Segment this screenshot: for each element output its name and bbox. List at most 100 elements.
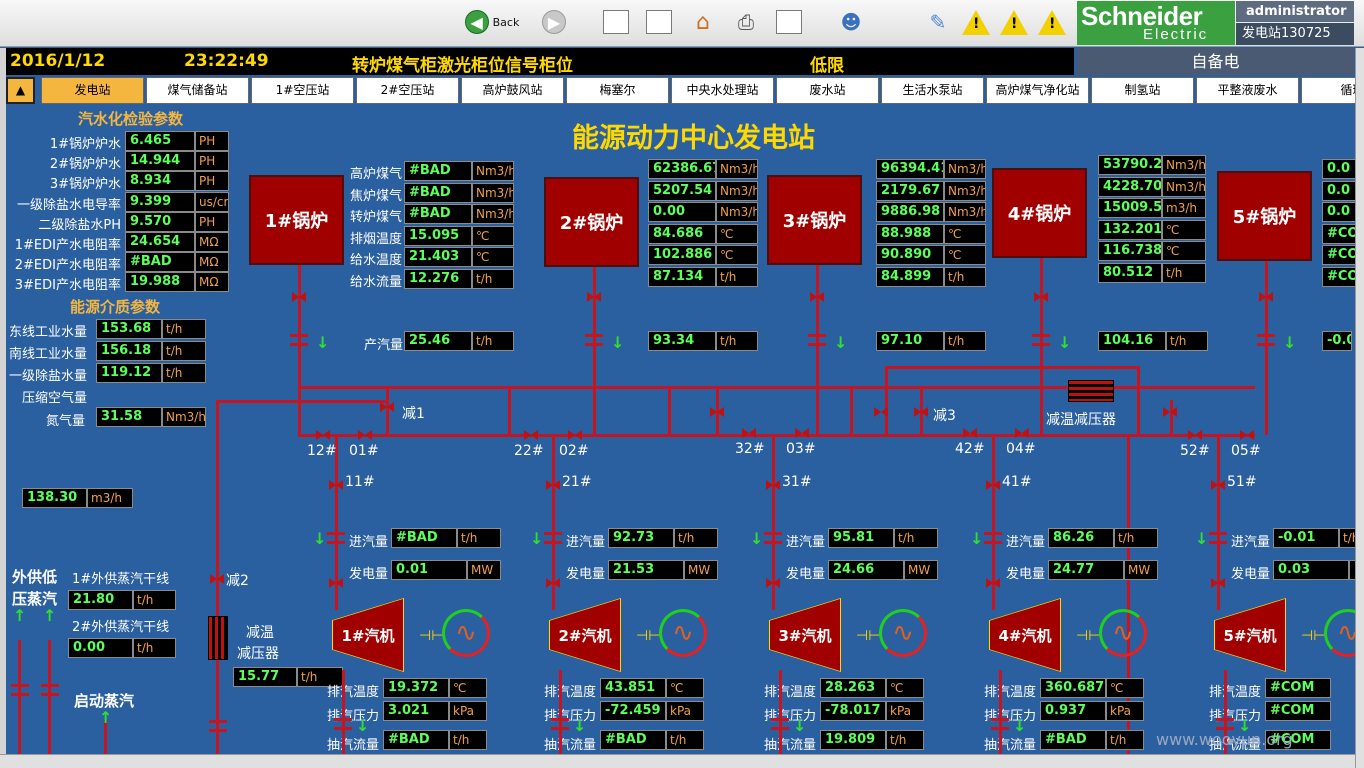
- boiler-4[interactable]: 4#锅炉: [992, 168, 1087, 258]
- tab-bar: 发电站 煤气储备站 1#空压站 2#空压站 高炉鼓风站 梅塞尔 中央水处理站 废水站 生活水泵站…: [6, 77, 1364, 104]
- in-value: 95.81: [828, 528, 894, 548]
- flange: [209, 720, 227, 732]
- forward-button[interactable]: ▶: [538, 6, 570, 38]
- arrow-left-icon: ◀: [464, 10, 489, 34]
- turbine-valve[interactable]: [1211, 576, 1225, 590]
- tab-5[interactable]: 梅塞尔: [566, 77, 669, 104]
- generator-icon[interactable]: ∿: [659, 609, 707, 657]
- boiler-param-label: 给水温度: [349, 253, 402, 268]
- extract-unit: t/h: [1106, 730, 1144, 750]
- nitrogen-unit: Nm3/h: [162, 407, 206, 427]
- boiler-param-unit: t/h: [472, 268, 514, 289]
- extract-value: #BAD: [383, 730, 449, 750]
- boiler-valve[interactable]: [810, 290, 824, 304]
- tab-3[interactable]: 2#空压站: [356, 77, 459, 104]
- vertical-scrollbar[interactable]: [1355, 48, 1364, 768]
- users-button[interactable]: ☻: [835, 6, 867, 38]
- turbine-valve[interactable]: [329, 576, 343, 590]
- exh-press-unit: kPa: [666, 701, 704, 721]
- boiler-valve[interactable]: [1259, 290, 1273, 304]
- alarm-log-button[interactable]: !: [998, 6, 1030, 38]
- boiler-valve[interactable]: [292, 290, 306, 304]
- valve[interactable]: [316, 428, 330, 442]
- valve[interactable]: [914, 405, 928, 419]
- exh-temp-label: 排汽温度: [983, 685, 1036, 700]
- tab-6[interactable]: 中央水处理站: [671, 77, 774, 104]
- valve[interactable]: [874, 405, 888, 419]
- home-button[interactable]: ⌂: [687, 6, 719, 38]
- tab-1[interactable]: 煤气储备站: [146, 77, 249, 104]
- extract-value: #BAD: [600, 730, 666, 750]
- watermark: www.wooyun.org: [1156, 730, 1293, 749]
- in-unit: t/h: [894, 528, 938, 548]
- valve[interactable]: [742, 426, 756, 440]
- turbine-valve[interactable]: [546, 478, 560, 492]
- turbine-valve[interactable]: [329, 478, 343, 492]
- tab-9[interactable]: 高炉煤气净化站: [986, 77, 1089, 104]
- tab-11[interactable]: 平整液废水: [1196, 77, 1299, 104]
- turbine-valve[interactable]: [1211, 478, 1225, 492]
- extract-unit: t/h: [449, 730, 487, 750]
- turbine-valve[interactable]: [766, 478, 780, 492]
- alarm-list-button[interactable]: !: [960, 6, 992, 38]
- valve[interactable]: [568, 428, 582, 442]
- turbine-valve[interactable]: [986, 576, 1000, 590]
- generator-icon[interactable]: ∿: [879, 609, 927, 657]
- back-button[interactable]: ◀ Back: [462, 6, 522, 38]
- tab-10[interactable]: 制氢站: [1091, 77, 1194, 104]
- valve[interactable]: [1240, 428, 1254, 442]
- generator-icon[interactable]: ∿: [442, 609, 490, 657]
- report-button[interactable]: [773, 6, 805, 38]
- boiler-param-value: 15009.56: [1098, 198, 1162, 218]
- water-param-value: 6.465: [125, 131, 195, 151]
- valve[interactable]: [380, 400, 394, 414]
- water-param-value: 9.399: [125, 191, 195, 212]
- water-param-value: 8.934: [125, 171, 195, 192]
- valve[interactable]: [963, 426, 977, 440]
- tab-7[interactable]: 废水站: [776, 77, 879, 104]
- valve[interactable]: [795, 426, 809, 440]
- boiler-3[interactable]: 3#锅炉: [767, 175, 862, 265]
- turbine-valve[interactable]: [546, 576, 560, 590]
- report-icon: [776, 10, 802, 34]
- boiler-1[interactable]: 1#锅炉: [249, 175, 344, 265]
- arrow-down-icon: ↓: [750, 529, 764, 548]
- steam-value: -0.0: [1322, 331, 1352, 351]
- steam-unit: t/h: [716, 331, 758, 351]
- generator-icon[interactable]: ∿: [1099, 609, 1147, 657]
- valve[interactable]: [1163, 405, 1177, 419]
- horizontal-scrollbar[interactable]: [0, 754, 1355, 768]
- boiler-param-value: 90.890: [876, 245, 944, 265]
- notes-button[interactable]: ✎: [922, 6, 954, 38]
- valve[interactable]: [358, 428, 372, 442]
- valve[interactable]: [210, 572, 224, 586]
- turbine-valve[interactable]: [986, 478, 1000, 492]
- valve-label: 01#: [349, 443, 379, 459]
- tab-8[interactable]: 生活水泵站: [881, 77, 984, 104]
- boiler-5[interactable]: 5#锅炉: [1217, 171, 1312, 261]
- water-param-label: 二级除盐水PH: [38, 217, 121, 233]
- boiler-param-value: #COM: [1322, 245, 1358, 265]
- exh-press-value: #COM: [1265, 701, 1331, 721]
- tab-0[interactable]: 发电站: [41, 77, 144, 104]
- print-button[interactable]: ⎙: [730, 6, 762, 38]
- tab-2[interactable]: 1#空压站: [251, 77, 354, 104]
- valve[interactable]: [1015, 426, 1029, 440]
- alarm-button[interactable]: !: [1036, 6, 1068, 38]
- valve[interactable]: [1188, 428, 1202, 442]
- boiler-2[interactable]: 2#锅炉: [544, 177, 639, 267]
- power-value: 0.01: [391, 560, 467, 580]
- warning-icon: !: [1038, 9, 1066, 35]
- trend-button[interactable]: [600, 6, 632, 38]
- valve[interactable]: [710, 405, 724, 419]
- energy-param-value: 119.12: [96, 363, 162, 383]
- turbine-valve[interactable]: [766, 576, 780, 590]
- water-param-value: 9.570: [125, 211, 195, 232]
- valve[interactable]: [524, 428, 538, 442]
- graph-button[interactable]: [643, 6, 675, 38]
- boiler-valve[interactable]: [1034, 290, 1048, 304]
- arrow-down-icon: ↓: [530, 529, 544, 548]
- date: 2016/1/12: [10, 51, 106, 71]
- tab-4[interactable]: 高炉鼓风站: [461, 77, 564, 104]
- boiler-valve[interactable]: [587, 290, 601, 304]
